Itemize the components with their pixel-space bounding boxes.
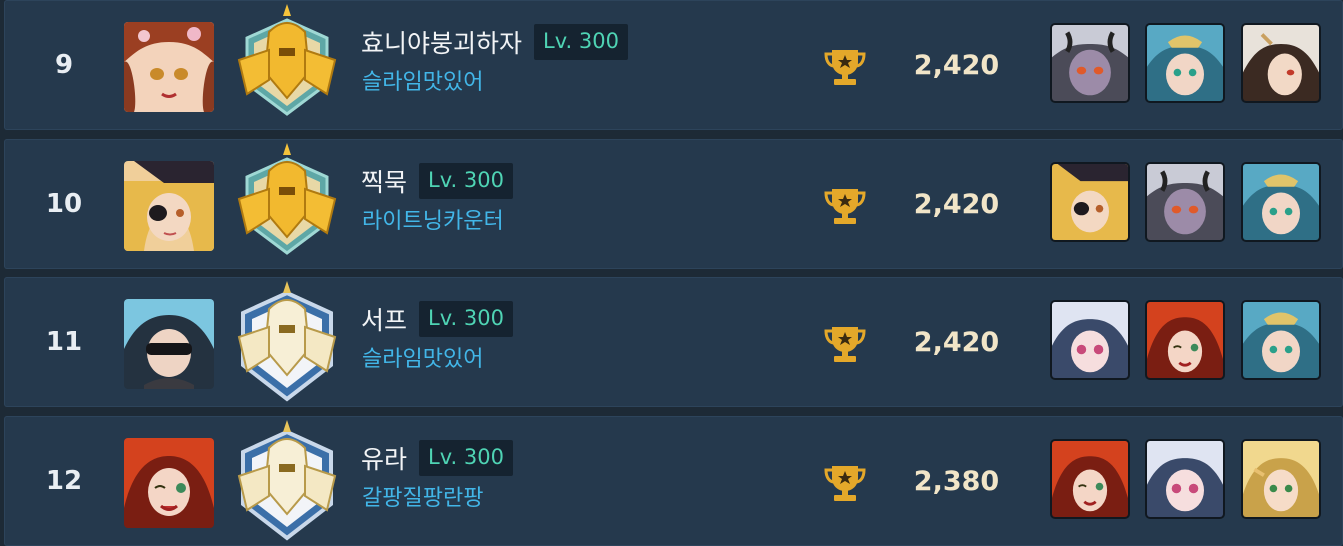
hero-portrait[interactable] <box>1145 162 1225 242</box>
ranking-row[interactable]: 11 서프 Lv. 300 슬라임맛있어 2,420 <box>4 277 1343 407</box>
player-name[interactable]: 유라 <box>361 440 407 476</box>
hero-portrait[interactable] <box>1241 439 1321 519</box>
gold-knight-emblem-icon <box>229 2 345 128</box>
trophy-icon <box>824 48 866 86</box>
hero-portrait[interactable] <box>1241 162 1321 242</box>
level-badge: Lv. 300 <box>419 301 513 337</box>
rank-number: 9 <box>54 50 74 80</box>
guild-name[interactable]: 슬라임맛있어 <box>362 64 483 96</box>
hero-portrait[interactable] <box>1241 23 1321 103</box>
hero-portrait[interactable] <box>1145 300 1225 380</box>
trophy-icon <box>824 464 866 502</box>
level-badge: Lv. 300 <box>419 440 513 476</box>
ranking-row[interactable]: 9 효니야붕괴하자 Lv. 300 슬라임맛있어 2,420 <box>4 0 1343 130</box>
hero-portrait[interactable] <box>1050 23 1130 103</box>
trophy-icon <box>824 187 866 225</box>
score-value: 2,420 <box>913 188 1000 220</box>
ranking-row[interactable]: 10 찍묵 Lv. 300 라이트닝카운터 2,420 <box>4 139 1343 269</box>
guild-name[interactable]: 라이트닝카운터 <box>362 203 504 235</box>
silver-knight-emblem-icon <box>229 418 345 544</box>
player-name[interactable]: 효니야붕괴하자 <box>361 24 522 60</box>
trophy-icon <box>824 325 866 363</box>
guild-name[interactable]: 슬라임맛있어 <box>362 341 483 373</box>
hero-portrait[interactable] <box>1241 300 1321 380</box>
player-avatar[interactable] <box>124 299 214 389</box>
silver-knight-emblem-icon <box>229 279 345 405</box>
player-name[interactable]: 서프 <box>361 301 407 337</box>
hero-portrait[interactable] <box>1145 23 1225 103</box>
score-value: 2,420 <box>913 326 1000 358</box>
hero-portrait[interactable] <box>1145 439 1225 519</box>
score-value: 2,420 <box>913 49 1000 81</box>
player-name[interactable]: 찍묵 <box>361 163 407 199</box>
rank-number: 12 <box>45 466 83 496</box>
ranking-list: 9 효니야붕괴하자 Lv. 300 슬라임맛있어 2,420 10 찍묵 Lv.… <box>0 0 1343 546</box>
level-badge: Lv. 300 <box>419 163 513 199</box>
score-value: 2,380 <box>913 465 1000 497</box>
gold-knight-emblem-icon <box>229 141 345 267</box>
rank-number: 10 <box>45 189 83 219</box>
rank-number: 11 <box>45 327 83 357</box>
hero-portrait[interactable] <box>1050 300 1130 380</box>
hero-portrait[interactable] <box>1050 162 1130 242</box>
level-badge: Lv. 300 <box>534 24 628 60</box>
player-avatar[interactable] <box>124 161 214 251</box>
player-avatar[interactable] <box>124 438 214 528</box>
guild-name[interactable]: 갈팡질팡란팡 <box>362 480 483 512</box>
hero-portrait[interactable] <box>1050 439 1130 519</box>
ranking-row[interactable]: 12 유라 Lv. 300 갈팡질팡란팡 2,380 <box>4 416 1343 546</box>
player-avatar[interactable] <box>124 22 214 112</box>
